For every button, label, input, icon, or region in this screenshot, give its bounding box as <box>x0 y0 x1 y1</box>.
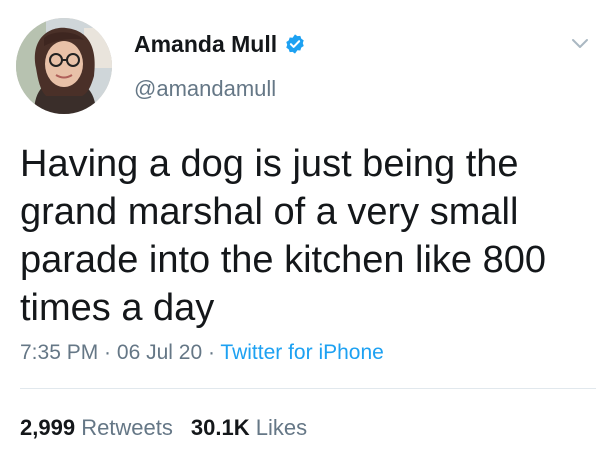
author-display-name[interactable]: Amanda Mull <box>134 30 277 58</box>
tweet-time[interactable]: 7:35 PM <box>20 341 98 364</box>
divider <box>20 388 596 389</box>
verified-badge-icon <box>284 33 306 55</box>
avatar[interactable] <box>16 18 112 114</box>
tweet-metadata: 7:35 PM · 06 Jul 20 · Twitter for iPhone <box>20 340 384 366</box>
tweet-text: Having a dog is just being the grand mar… <box>20 143 547 329</box>
retweets-count: 2,999 <box>20 415 76 440</box>
author-name-row: Amanda Mull <box>134 30 306 58</box>
retweets-stat[interactable]: 2,999 Retweets <box>20 415 191 440</box>
author-handle[interactable]: @amandamull <box>134 76 276 102</box>
tweet-date[interactable]: 06 Jul 20 <box>117 341 202 364</box>
meta-separator: · <box>202 341 221 364</box>
tweet-stats: 2,999 Retweets 30.1K Likes <box>20 415 325 441</box>
chevron-down-icon[interactable] <box>568 34 592 52</box>
likes-label: Likes <box>255 415 308 440</box>
tweet-source-link[interactable]: Twitter for iPhone <box>220 341 383 364</box>
likes-stat[interactable]: 30.1K Likes <box>191 415 325 440</box>
avatar-image <box>16 18 112 114</box>
meta-separator: · <box>98 341 117 364</box>
tweet-card: Amanda Mull @amandamull Having a dog is … <box>0 0 610 464</box>
retweets-label: Retweets <box>81 415 173 440</box>
likes-count: 30.1K <box>190 415 250 440</box>
